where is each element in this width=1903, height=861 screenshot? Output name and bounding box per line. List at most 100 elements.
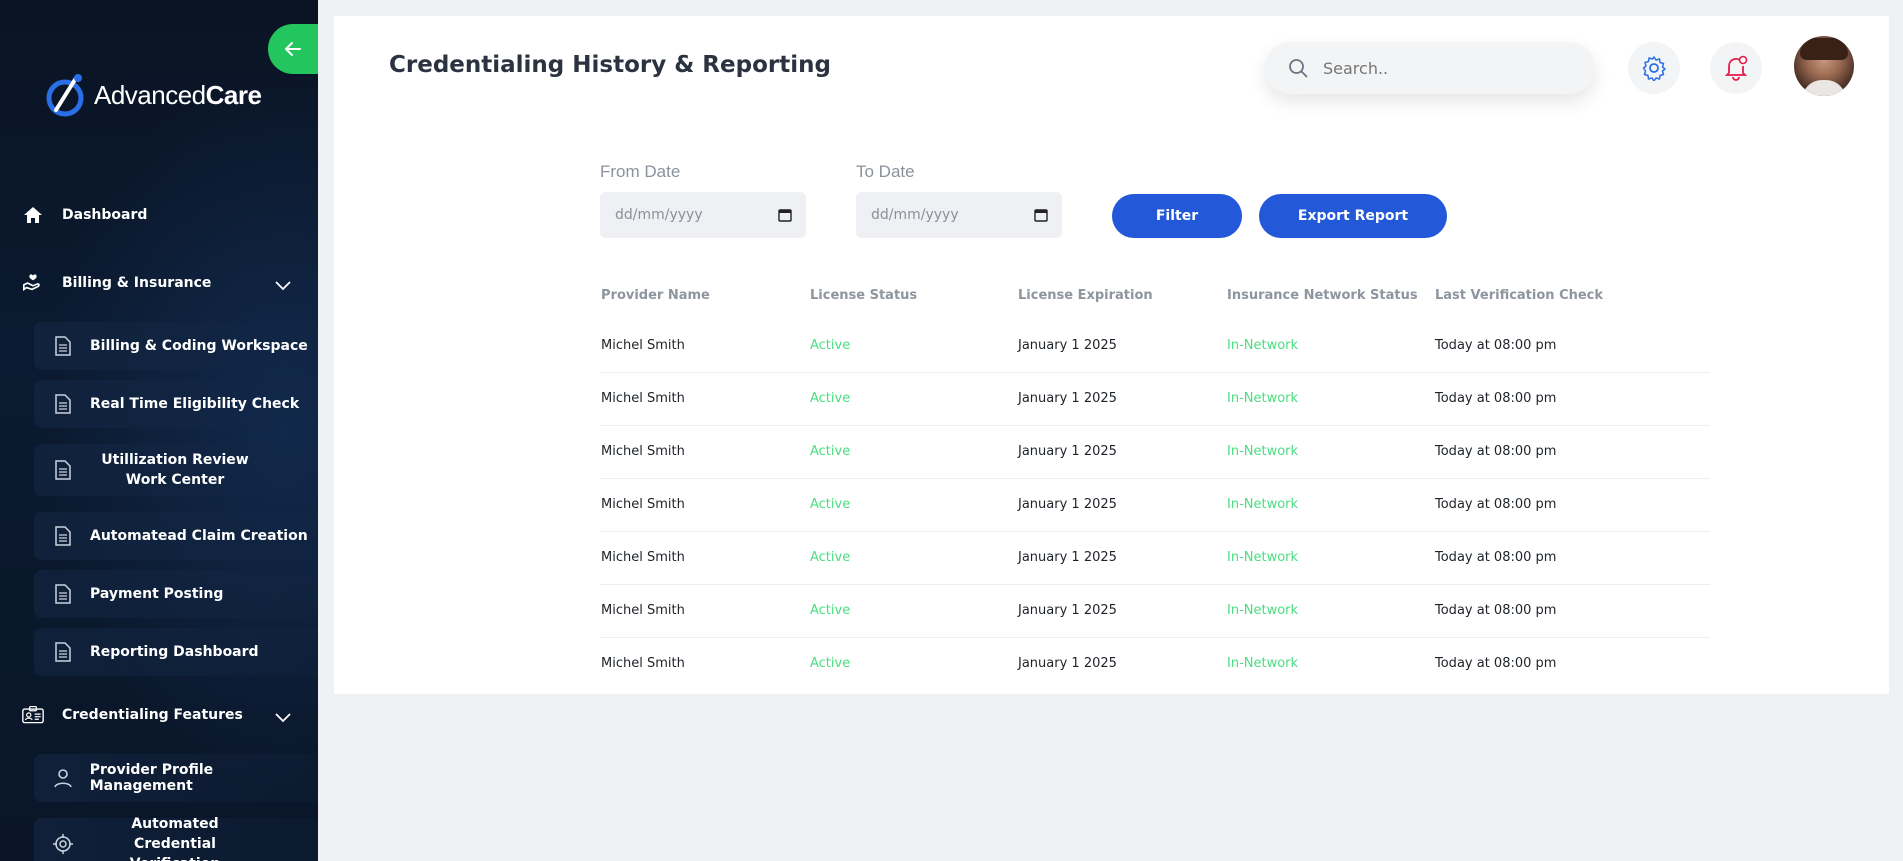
license-expiration-cell: January 1 2025 <box>1018 391 1117 406</box>
table-row[interactable]: Michel Smith Active January 1 2025 In-Netwo… <box>600 320 1710 373</box>
column-header-license-expiration: License Expiration <box>1018 288 1153 303</box>
sidebar-group-label: Billing & Insurance <box>62 275 212 291</box>
network-status-cell: In-Network <box>1227 391 1299 406</box>
network-status-cell: In-Network <box>1227 603 1299 618</box>
bell-icon <box>1724 55 1748 81</box>
sidebar-item-label: Payment Posting <box>90 586 224 602</box>
from-date-input[interactable]: dd/mm/yyyy <box>600 192 806 238</box>
sidebar-item-label: Dashboard <box>62 207 148 223</box>
column-header-provider-name: Provider Name <box>601 288 710 303</box>
license-status-cell: Active <box>810 391 851 406</box>
provider-name-cell: Michel Smith <box>601 550 685 565</box>
sidebar-group-billing-insurance[interactable]: Billing & Insurance <box>22 272 211 294</box>
table-row[interactable]: Michel Smith Active January 1 2025 In-Netwo… <box>600 426 1710 479</box>
license-expiration-cell: January 1 2025 <box>1018 603 1117 618</box>
network-status-cell: In-Network <box>1227 497 1299 512</box>
to-date-label: To Date <box>856 162 915 181</box>
license-status-cell: Active <box>810 603 851 618</box>
document-icon <box>52 584 74 604</box>
table-row[interactable]: Michel Smith Active January 1 2025 In-Netwo… <box>600 532 1710 585</box>
logo-text: AdvancedCare <box>94 79 262 110</box>
last-verification-cell: Today at 08:00 pm <box>1435 338 1557 353</box>
provider-name-cell: Michel Smith <box>601 391 685 406</box>
hand-heart-icon <box>22 272 44 294</box>
sidebar-item-billing-coding-workspace[interactable]: Billing & Coding Workspace <box>34 322 318 370</box>
network-status-cell: In-Network <box>1227 444 1299 459</box>
license-expiration-cell: January 1 2025 <box>1018 338 1117 353</box>
license-status-cell: Active <box>810 497 851 512</box>
avatar[interactable] <box>1794 36 1854 96</box>
document-icon <box>52 394 74 414</box>
last-verification-cell: Today at 08:00 pm <box>1435 656 1557 671</box>
sidebar-item-label: Utillization Review Work Center <box>101 452 249 488</box>
arrow-left-icon <box>285 42 301 56</box>
user-icon <box>52 768 74 788</box>
license-expiration-cell: January 1 2025 <box>1018 656 1117 671</box>
sidebar-item-automated-claim-creation[interactable]: Automatead Claim Creation <box>34 512 318 560</box>
last-verification-cell: Today at 08:00 pm <box>1435 550 1557 565</box>
license-expiration-cell: January 1 2025 <box>1018 444 1117 459</box>
provider-name-cell: Michel Smith <box>601 656 685 671</box>
license-expiration-cell: January 1 2025 <box>1018 550 1117 565</box>
sidebar-item-provider-profile-management[interactable]: Provider Profile Management <box>34 754 318 802</box>
collapse-sidebar-button[interactable] <box>268 24 318 74</box>
column-header-insurance-network-status: Insurance Network Status <box>1227 288 1418 303</box>
calendar-icon[interactable] <box>778 208 792 222</box>
provider-name-cell: Michel Smith <box>601 338 685 353</box>
license-status-cell: Active <box>810 444 851 459</box>
provider-name-cell: Michel Smith <box>601 497 685 512</box>
sidebar-item-label: Real Time Eligibility Check <box>90 396 300 412</box>
main-panel: Credentialing History & Reporting From D… <box>334 16 1889 694</box>
sidebar-item-dashboard[interactable]: Dashboard <box>22 204 147 226</box>
document-icon <box>52 460 74 480</box>
table-row[interactable]: Michel Smith Active January 1 2025 In-Netwo… <box>600 373 1710 426</box>
app-logo[interactable]: AdvancedCare <box>46 72 262 118</box>
settings-button[interactable] <box>1628 42 1680 94</box>
sidebar-item-payment-posting[interactable]: Payment Posting <box>34 570 318 618</box>
network-status-cell: In-Network <box>1227 550 1299 565</box>
column-header-last-verification-check: Last Verification Check <box>1435 288 1604 303</box>
sidebar-item-utilization-review[interactable]: Utillization Review Work Center <box>34 444 318 496</box>
notifications-button[interactable] <box>1710 42 1762 94</box>
sidebar-item-label: Reporting Dashboard <box>90 644 259 660</box>
to-date-input[interactable]: dd/mm/yyyy <box>856 192 1062 238</box>
gear-icon <box>1642 56 1666 81</box>
table-row[interactable]: Michel Smith Active January 1 2025 In-Netwo… <box>600 479 1710 532</box>
last-verification-cell: Today at 08:00 pm <box>1435 603 1557 618</box>
sidebar-item-label: Automated Credential Verification <box>130 816 220 861</box>
from-date-placeholder: dd/mm/yyyy <box>615 207 703 223</box>
last-verification-cell: Today at 08:00 pm <box>1435 391 1557 406</box>
network-status-cell: In-Network <box>1227 656 1299 671</box>
home-icon <box>22 204 44 226</box>
sidebar-item-label: Automatead Claim Creation <box>90 528 308 544</box>
chevron-down-icon[interactable] <box>274 276 292 295</box>
to-date-placeholder: dd/mm/yyyy <box>871 207 959 223</box>
table-row[interactable]: Michel Smith Active January 1 2025 In-Netwo… <box>600 585 1710 638</box>
calendar-icon[interactable] <box>1034 208 1048 222</box>
id-card-icon <box>22 704 44 726</box>
sidebar-item-real-time-eligibility-check[interactable]: Real Time Eligibility Check <box>34 380 318 428</box>
table-row[interactable]: Michel Smith Active January 1 2025 In-Netwo… <box>600 638 1710 691</box>
provider-name-cell: Michel Smith <box>601 444 685 459</box>
export-report-button[interactable]: Export Report <box>1259 194 1447 238</box>
sidebar: AdvancedCare Dashboard Billing & Insuran… <box>0 0 318 861</box>
last-verification-cell: Today at 08:00 pm <box>1435 444 1557 459</box>
sidebar-group-label: Credentialing Features <box>62 707 243 723</box>
search-icon <box>1287 58 1309 78</box>
logo-icon <box>46 74 84 117</box>
document-icon <box>52 336 74 356</box>
target-icon <box>52 833 74 855</box>
sidebar-item-automated-credential-verification[interactable]: Automated Credential Verification <box>34 816 318 861</box>
sidebar-item-label: Billing & Coding Workspace <box>90 338 308 354</box>
license-expiration-cell: January 1 2025 <box>1018 497 1117 512</box>
filter-button[interactable]: Filter <box>1112 194 1242 238</box>
document-icon <box>52 526 74 546</box>
sidebar-item-reporting-dashboard[interactable]: Reporting Dashboard <box>34 628 318 676</box>
network-status-cell: In-Network <box>1227 338 1299 353</box>
sidebar-group-credentialing-features[interactable]: Credentialing Features <box>22 704 243 726</box>
page-title: Credentialing History & Reporting <box>389 52 831 78</box>
chevron-down-icon[interactable] <box>274 708 292 727</box>
search-bar[interactable] <box>1265 42 1595 94</box>
column-header-license-status: License Status <box>810 288 918 303</box>
search-input[interactable] <box>1323 58 1563 78</box>
